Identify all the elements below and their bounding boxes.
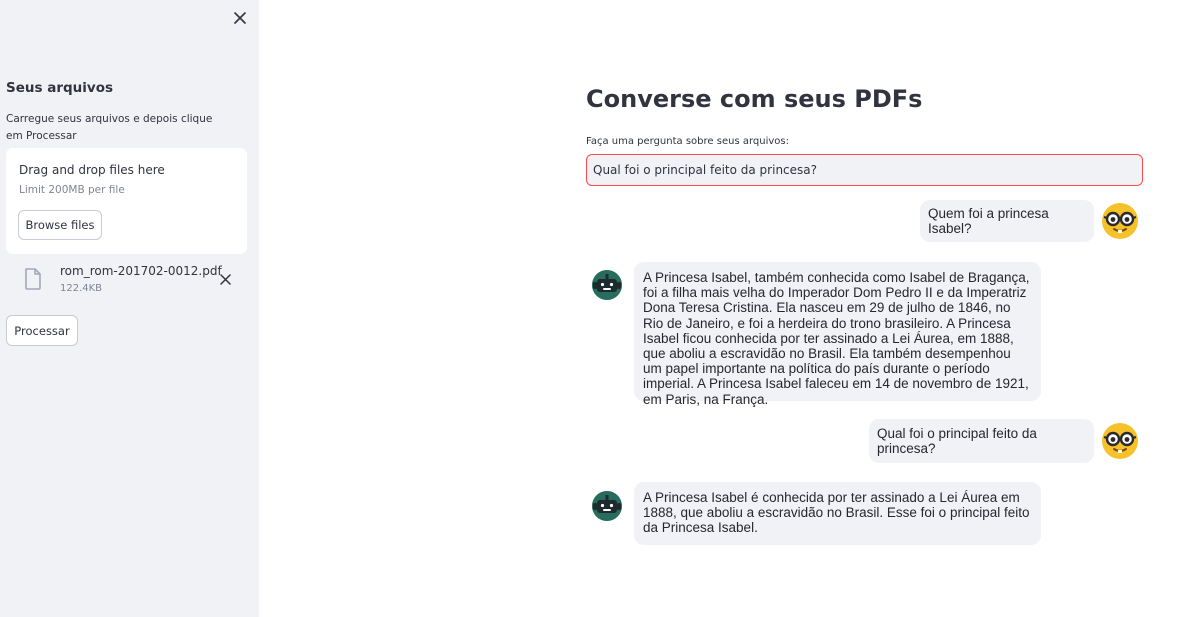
sidebar: Seus arquivos Carregue seus arquivos e d… — [0, 0, 259, 617]
nerd-face-avatar-icon — [1101, 422, 1139, 460]
remove-file-icon[interactable] — [216, 270, 234, 288]
dropzone-text: Drag and drop files here — [19, 163, 165, 177]
user-message: Quem foi a princesa Isabel? — [920, 200, 1094, 242]
file-uploader-dropzone[interactable]: Drag and drop files here Limit 200MB per… — [6, 148, 247, 254]
sidebar-title: Seus arquivos — [6, 80, 114, 96]
question-input[interactable] — [586, 154, 1143, 186]
question-label: Faça uma pergunta sobre seus arquivos: — [586, 136, 789, 147]
page-title: Converse com seus PDFs — [586, 85, 923, 113]
user-message-text: Quem foi a princesa Isabel? — [928, 205, 1049, 236]
file-icon — [24, 268, 42, 294]
user-message: Qual foi o principal feito da princesa? — [869, 419, 1094, 463]
robot-avatar-icon — [590, 489, 624, 523]
file-name: rom_rom-201702-0012.pdf — [60, 264, 222, 278]
assistant-message-text: A Princesa Isabel é conhecida por ter as… — [643, 490, 1030, 536]
nerd-face-avatar-icon — [1101, 202, 1139, 240]
robot-avatar-icon — [590, 268, 624, 302]
app: Seus arquivos Carregue seus arquivos e d… — [0, 0, 1200, 617]
assistant-message: A Princesa Isabel é conhecida por ter as… — [634, 482, 1041, 545]
user-message-text: Qual foi o principal feito da princesa? — [877, 425, 1037, 456]
file-size: 122.4KB — [60, 283, 103, 294]
assistant-message: A Princesa Isabel, também conhecida como… — [634, 262, 1041, 407]
assistant-message-text: A Princesa Isabel, também conhecida como… — [643, 270, 1030, 407]
close-icon[interactable] — [229, 7, 251, 29]
uploaded-file-item: rom_rom-201702-0012.pdf 122.4KB — [20, 262, 250, 298]
browse-files-button[interactable]: Browse files — [18, 210, 102, 240]
dropzone-limit: Limit 200MB per file — [19, 184, 125, 196]
process-button[interactable]: Processar — [6, 315, 78, 346]
sidebar-caption: Carregue seus arquivos e depois clique e… — [6, 113, 213, 142]
